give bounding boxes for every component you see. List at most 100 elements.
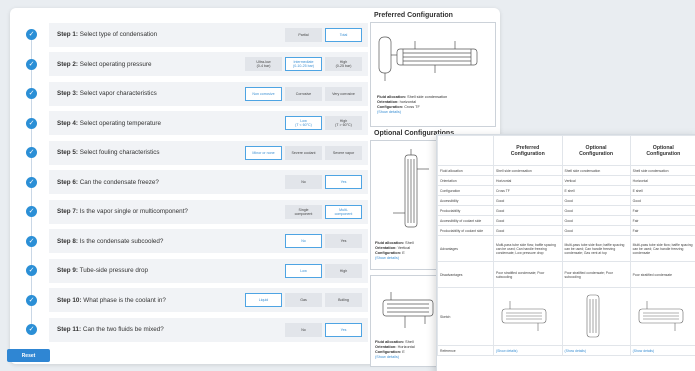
- step-label: Step 5:: [57, 149, 78, 157]
- table-cell: Shell side condensation: [629, 165, 695, 176]
- table-cell[interactable]: (Show details): [561, 345, 631, 356]
- step-options: Non corrosive Corrosive Very corrosive: [245, 86, 362, 101]
- step-text: Select type of condensation: [79, 31, 158, 39]
- step-box: Step 5: Select fouling characteristics Mi…: [49, 140, 368, 165]
- table-cell[interactable]: (Show details): [493, 345, 563, 356]
- step-text: Select operating temperature: [79, 119, 161, 127]
- option-button[interactable]: Low: [285, 263, 322, 278]
- step-row: ✓ Step 4: Select operating temperature Low…: [24, 109, 368, 152]
- option-button[interactable]: Minor or none: [245, 145, 282, 160]
- option-button[interactable]: Partial: [285, 27, 322, 42]
- step-label: Step 9:: [57, 267, 78, 275]
- table-row: Productability of coolant side Good Good Fa…: [437, 225, 695, 236]
- table-cell: Shell side condensation: [493, 165, 563, 176]
- table-header: [437, 135, 494, 166]
- step-options: No Yes: [285, 234, 362, 249]
- option-button[interactable]: High (0-25 bar): [325, 57, 362, 72]
- optional-a-show-details-link[interactable]: (Show details): [375, 256, 399, 260]
- table-row: Advantages Multi-pass tube side flow; baf…: [437, 235, 695, 262]
- step-row: ✓ Step 8: Is the condensate subcooled? No Y…: [24, 227, 368, 270]
- option-button[interactable]: Yes: [325, 175, 362, 190]
- step-label: Step 7:: [57, 208, 78, 216]
- step-box: Step 3: Select vapor characteristics Non …: [49, 81, 368, 106]
- check-icon: ✓: [26, 88, 37, 100]
- reset-button[interactable]: Reset: [7, 349, 50, 362]
- check-icon: ✓: [26, 265, 37, 277]
- option-button[interactable]: Ultra-low (0-4 bar): [245, 57, 282, 72]
- step-label: Step 8:: [57, 237, 78, 245]
- step-label: Step 6:: [57, 178, 78, 186]
- step-text: Is the condensate subcooled?: [79, 237, 164, 245]
- option-button[interactable]: No: [285, 322, 322, 337]
- step-box: Step 8: Is the condensate subcooled? No Ye…: [49, 229, 368, 254]
- step-options: No Yes: [285, 175, 362, 190]
- step-question: Step 5: Select fouling characteristics: [57, 149, 207, 156]
- option-button[interactable]: Liquid: [245, 293, 282, 308]
- check-icon: ✓: [26, 206, 37, 218]
- option-button[interactable]: Single component: [285, 204, 322, 219]
- step-label: Step 4:: [57, 119, 78, 127]
- option-button[interactable]: No: [285, 175, 322, 190]
- step-text: Can the two fluids be mixed?: [82, 326, 164, 334]
- step-options: Minor or none Severe coolant Severe vapor: [245, 145, 362, 160]
- row-label: Accessibility of coolant side: [437, 215, 494, 226]
- step-question: Step 11: Can the two fluids be mixed?: [57, 326, 207, 333]
- table-row: Accessibility Good Good Good: [437, 195, 695, 206]
- step-text: Can the condensate freeze?: [79, 178, 159, 186]
- table-cell: Multi-pass tube side flow; baffle spacin…: [561, 235, 631, 262]
- step-text: Select fouling characteristics: [79, 149, 160, 157]
- preferred-config-card: Fluid allocation: Shell side condensatio…: [370, 22, 496, 127]
- step-box: Step 10: What phase is the coolant in? Li…: [49, 288, 368, 313]
- preferred-config-diagram: [375, 27, 493, 85]
- table-cell: Good: [561, 205, 631, 216]
- row-label: Productability: [437, 205, 494, 216]
- step-question: Step 6: Can the condensate freeze?: [57, 179, 207, 186]
- option-button[interactable]: Yes: [325, 234, 362, 249]
- option-button[interactable]: High: [325, 263, 362, 278]
- table-cell: Poor stratified condensate; Poor subcool…: [493, 261, 563, 288]
- option-button[interactable]: Corrosive: [285, 86, 322, 101]
- option-button[interactable]: Boiling: [325, 293, 362, 308]
- table-cell: Fair: [629, 225, 695, 236]
- option-button[interactable]: Severe coolant: [285, 145, 322, 160]
- step-text: Select vapor characteristics: [79, 90, 157, 98]
- option-button[interactable]: High (T > 60°C): [325, 116, 362, 131]
- step-options: Single component Multi- component: [285, 204, 362, 219]
- step-options: Low (T < 60°C) High (T > 60°C): [285, 116, 362, 131]
- preferred-config-title: Preferred Configuration: [374, 12, 453, 19]
- step-row: ✓ Step 2: Select operating pressure Ultra-…: [24, 50, 368, 93]
- option-button[interactable]: Total: [325, 27, 362, 42]
- step-text: Select operating pressure: [79, 60, 152, 68]
- option-button[interactable]: No: [285, 234, 322, 249]
- table-cell: Fair: [629, 205, 695, 216]
- table-cell: Good: [561, 215, 631, 226]
- optional-b-show-details-link[interactable]: (Show details): [375, 355, 399, 359]
- option-button[interactable]: Multi- component: [325, 204, 362, 219]
- check-icon: ✓: [26, 29, 37, 41]
- step-question: Step 2: Select operating pressure: [57, 61, 207, 68]
- table-cell: E shell: [561, 185, 631, 196]
- row-label: Configuration: [437, 185, 494, 196]
- option-button[interactable]: Low (T < 60°C): [285, 116, 322, 131]
- table-cell: Cross TF: [493, 185, 563, 196]
- step-question: Step 9: Tube-side pressure drop: [57, 267, 207, 274]
- step-row: ✓ Step 6: Can the condensate freeze? No Yes: [24, 168, 368, 211]
- optional-config-a-details: Fluid allocation: Shell Orientation: Ver…: [375, 241, 414, 260]
- table-cell: Good: [629, 195, 695, 206]
- option-button[interactable]: Non corrosive: [245, 86, 282, 101]
- table-cell: Multi-pass tube side flow; baffle spacin…: [629, 235, 695, 262]
- step-row: ✓ Step 10: What phase is the coolant in? L…: [24, 286, 368, 329]
- option-button[interactable]: Very corrosive: [325, 86, 362, 101]
- row-label: Accessibility: [437, 195, 494, 206]
- option-button[interactable]: Gas: [285, 293, 322, 308]
- option-button[interactable]: Severe vapor: [325, 145, 362, 160]
- table-cell: [561, 287, 631, 346]
- table-cell: Good: [561, 225, 631, 236]
- row-label: Sketch: [437, 287, 494, 346]
- table-cell: Good: [493, 215, 563, 226]
- table-cell[interactable]: (Show details): [629, 345, 695, 356]
- preferred-show-details-link[interactable]: (Show details): [377, 110, 401, 114]
- option-button[interactable]: Yes: [325, 322, 362, 337]
- option-button[interactable]: Intermediate (0-10-25 bar): [285, 57, 322, 72]
- step-text: Tube-side pressure drop: [79, 267, 149, 275]
